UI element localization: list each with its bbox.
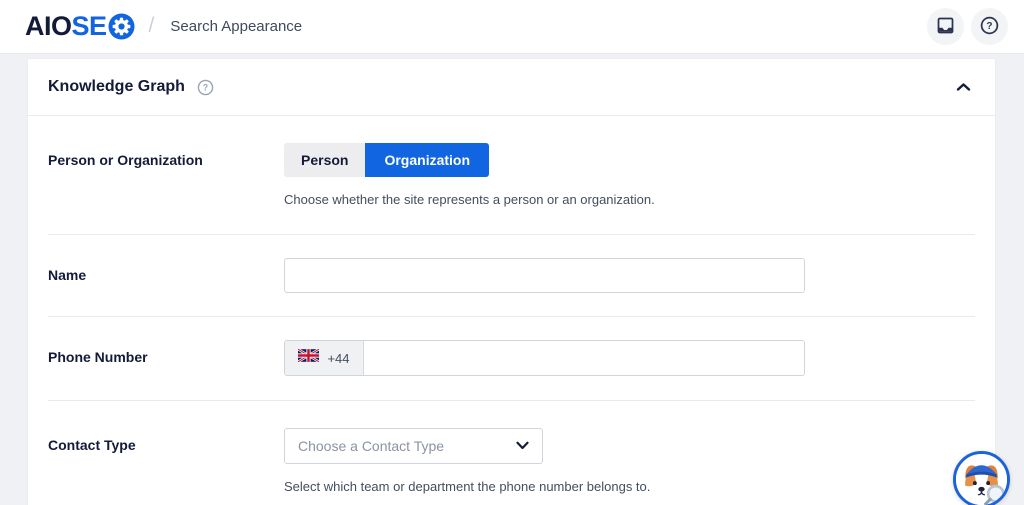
dog-mascot-icon [956, 454, 1007, 505]
help-button[interactable]: ? [971, 8, 1008, 45]
chevron-up-icon [956, 80, 971, 95]
phone-input-group: +44 [284, 340, 805, 376]
section-title: Knowledge Graph [48, 78, 185, 95]
field-row-person-or-organization: Person or Organization Person Organizati… [48, 116, 975, 235]
field-label: Person or Organization [48, 152, 203, 168]
chevron-down-icon [516, 437, 529, 455]
field-description: Choose whether the site represents a per… [284, 192, 655, 207]
name-input[interactable] [284, 258, 805, 293]
field-label: Phone Number [48, 349, 148, 365]
field-control: Person Organization Choose whether the s… [284, 143, 655, 207]
field-label: Contact Type [48, 437, 136, 453]
field-control: +44 [284, 340, 805, 376]
knowledge-graph-header: Knowledge Graph ? [28, 59, 995, 116]
breadcrumb: Search Appearance [170, 18, 303, 35]
field-control: Choose a Contact Type Select which team … [284, 428, 650, 494]
logo-gear-icon [107, 13, 135, 40]
uk-flag-icon [297, 348, 321, 367]
aioseo-mascot-help-button[interactable] [953, 451, 1010, 505]
field-description: Select which team or department the phon… [284, 479, 651, 494]
knowledge-graph-card: Knowledge Graph ? Person or Organization [27, 58, 996, 505]
field-row-name: Name [48, 235, 975, 317]
country-code-selector[interactable]: +44 [285, 341, 364, 375]
select-placeholder: Choose a Contact Type [298, 438, 445, 454]
page: AIO SE / Search Appearance ? Knowledge G… [0, 0, 1024, 505]
notifications-button[interactable] [927, 8, 964, 45]
dial-code: +44 [327, 350, 350, 366]
person-organization-toggle: Person Organization [284, 143, 490, 177]
phone-number-input[interactable] [364, 341, 804, 375]
field-row-phone-number: Phone Number +44 [48, 317, 975, 401]
organization-toggle-button[interactable]: Organization [365, 143, 490, 177]
question-icon: ? [979, 15, 1000, 39]
inbox-icon [935, 15, 956, 39]
breadcrumb-separator: / [148, 13, 155, 37]
logo-text-se: SE [71, 11, 108, 41]
aioseo-logo[interactable]: AIO SE [25, 13, 135, 40]
person-toggle-button[interactable]: Person [284, 143, 366, 177]
top-bar: AIO SE / Search Appearance ? [0, 0, 1024, 54]
svg-text:?: ? [203, 82, 208, 92]
section-help-icon[interactable]: ? [197, 79, 214, 96]
svg-text:?: ? [986, 21, 992, 32]
field-label: Name [48, 267, 87, 283]
collapse-section-button[interactable] [951, 75, 975, 99]
contact-type-select[interactable]: Choose a Contact Type [284, 428, 543, 464]
field-row-contact-type: Contact Type Choose a Contact Type Selec… [48, 401, 975, 504]
field-control [284, 258, 805, 293]
logo-text-aio: AIO [25, 11, 72, 41]
